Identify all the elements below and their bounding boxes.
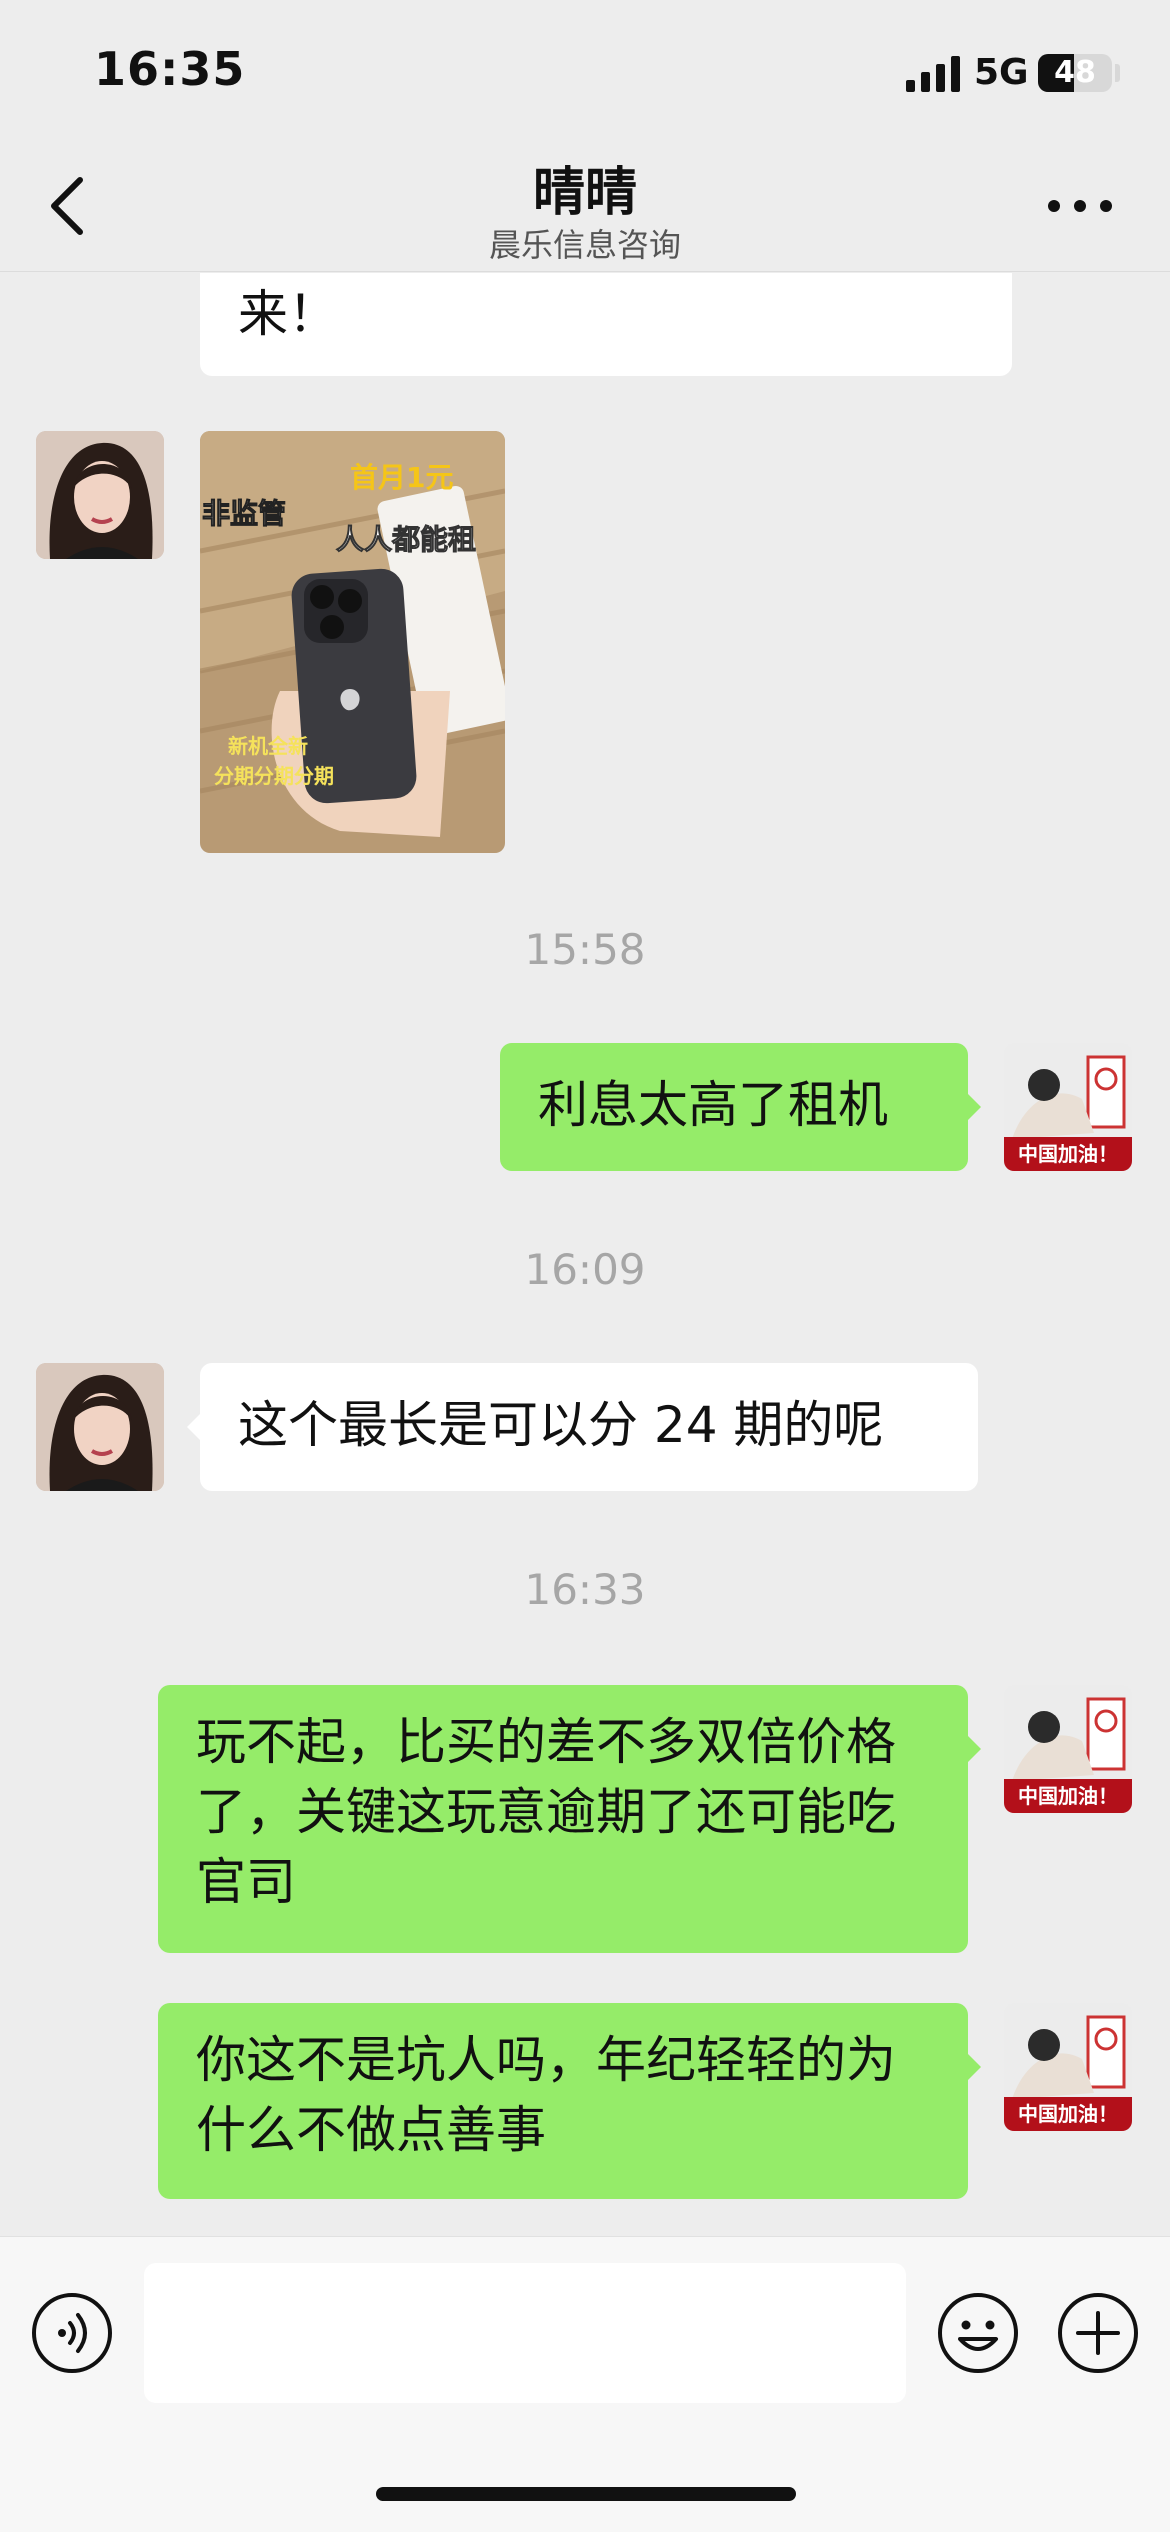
image-caption-top: 首月1元 (350, 461, 453, 494)
message-text: 这个最长是可以分 24 期的呢 (238, 1396, 884, 1454)
message-bubble-outgoing[interactable]: 利息太高了租机 (500, 1043, 968, 1171)
status-time: 16:35 (94, 42, 246, 96)
contact-avatar[interactable] (36, 1363, 164, 1491)
network-type: 5G (974, 52, 1029, 93)
battery-level: 48 (1054, 55, 1096, 90)
bubble-tail (187, 1413, 201, 1441)
plus-circle-icon[interactable] (1056, 2291, 1140, 2375)
chat-title[interactable]: 晴晴 (0, 150, 1170, 225)
message-text: 利息太高了租机 (538, 1076, 888, 1134)
chat-subtitle: 晨乐信息咨询 (488, 226, 681, 264)
bubble-tail (967, 2053, 981, 2081)
image-caption-bottom-1: 新机全新 (228, 734, 308, 758)
my-avatar[interactable]: 中国加油！ (1004, 1043, 1132, 1171)
timestamp: 15:58 (524, 925, 646, 974)
battery-icon: 48 (1038, 54, 1112, 92)
more-horizontal-icon[interactable] (1040, 176, 1120, 236)
voice-icon[interactable] (30, 2291, 114, 2375)
timestamp: 16:33 (524, 1565, 646, 1614)
message-list[interactable]: 来！ 非监管 首月1元 人人都能租 新机全新 分期分期分期 15:58 利息太高… (0, 273, 1170, 2235)
bubble-tail (967, 1093, 981, 1121)
input-bar (0, 2236, 1170, 2532)
battery-tip (1115, 64, 1120, 82)
my-avatar-image: 中国加油！ (1004, 1043, 1132, 1171)
image-caption-left: 非监管 (202, 497, 286, 530)
message-bubble-incoming[interactable]: 这个最长是可以分 24 期的呢 (200, 1363, 978, 1491)
message-text: 来！ (238, 285, 338, 343)
timestamp: 16:09 (524, 1245, 646, 1294)
signal-icon (906, 56, 960, 92)
phone-promo-image: 非监管 首月1元 人人都能租 新机全新 分期分期分期 (200, 431, 505, 853)
message-image[interactable]: 非监管 首月1元 人人都能租 新机全新 分期分期分期 (200, 431, 505, 853)
bubble-tail (967, 1735, 981, 1763)
message-text: 玩不起，比买的差不多双倍价格了，关键这玩意逾期了还可能吃官司 (196, 1713, 896, 1911)
status-bar: 16:35 5G 48 (0, 0, 1170, 140)
image-caption-mid: 人人都能租 (336, 523, 476, 556)
my-avatar[interactable]: 中国加油！ (1004, 1685, 1132, 1813)
avatar-badge-text: 中国加油！ (1018, 2102, 1118, 2126)
message-text: 你这不是坑人吗，年纪轻轻的为什么不做点善事 (196, 2031, 896, 2159)
message-input[interactable] (144, 2263, 906, 2403)
message-bubble-outgoing[interactable]: 你这不是坑人吗，年纪轻轻的为什么不做点善事 (158, 2003, 968, 2199)
contact-avatar[interactable] (36, 431, 164, 559)
message-bubble-incoming[interactable]: 来！ (200, 273, 1012, 376)
contact-avatar-image (36, 431, 164, 559)
chat-header: 晴晴 晨乐信息咨询 (0, 140, 1170, 272)
emoji-icon[interactable] (936, 2291, 1020, 2375)
my-avatar-image: 中国加油！ (1004, 2003, 1132, 2131)
contact-avatar-image (36, 1363, 164, 1491)
my-avatar-image: 中国加油！ (1004, 1685, 1132, 1813)
home-indicator[interactable] (376, 2487, 796, 2501)
message-bubble-outgoing[interactable]: 玩不起，比买的差不多双倍价格了，关键这玩意逾期了还可能吃官司 (158, 1685, 968, 1953)
avatar-badge-text: 中国加油！ (1018, 1784, 1118, 1808)
image-caption-bottom-2: 分期分期分期 (214, 764, 334, 788)
my-avatar[interactable]: 中国加油！ (1004, 2003, 1132, 2131)
avatar-badge-text: 中国加油！ (1018, 1142, 1118, 1166)
